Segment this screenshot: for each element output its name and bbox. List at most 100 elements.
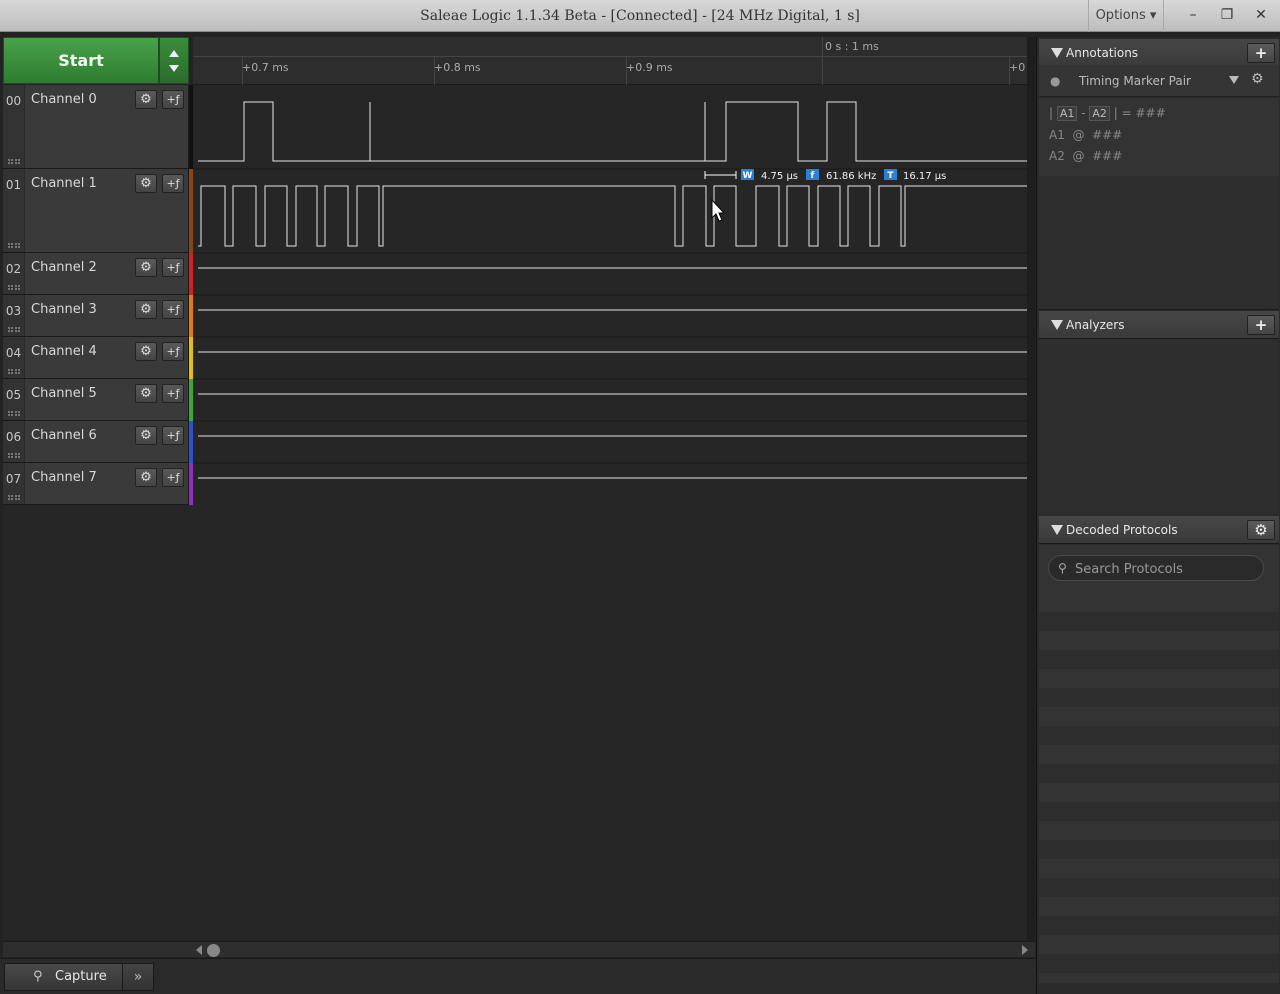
ruler-reference-bar (193, 37, 1035, 57)
waveform-view[interactable]: W 4.75 μs f 61.86 kHz T 16.17 μs (193, 85, 1027, 505)
add-analyzer-button[interactable]: + (1247, 315, 1275, 335)
ruler-reference-line (822, 37, 823, 85)
channel-name[interactable]: Channel 5 (31, 386, 97, 401)
minimize-button[interactable]: – (1176, 0, 1210, 32)
channel-settings-gear-icon[interactable]: ⚙ (135, 300, 157, 319)
options-menu[interactable]: Options ▾ (1088, 0, 1164, 32)
period-value: 16.17 μs (903, 171, 946, 182)
time-ruler[interactable]: 0 s : 1 ms +0.7 ms +0.8 ms +0.9 ms +0 (193, 37, 1035, 85)
add-annotation-button[interactable]: + (1247, 43, 1275, 63)
drag-handle-icon[interactable] (8, 411, 20, 416)
analyzers-list (1039, 339, 1279, 514)
channel-trigger-icon[interactable]: +ƒ (162, 174, 184, 193)
title-bar: Saleae Logic 1.1.34 Beta - [Connected] -… (0, 0, 1280, 32)
decoded-protocols-title: Decoded Protocols (1066, 523, 1178, 537)
channel-row-5[interactable]: 05 Channel 5 ⚙ +ƒ (3, 379, 189, 421)
channel-settings-gear-icon[interactable]: ⚙ (135, 174, 157, 193)
channel-number: 00 (3, 85, 25, 168)
a1-position: A1 @ ### (1049, 128, 1123, 142)
line-dash: - (1081, 106, 1086, 120)
decoded-protocols-header[interactable]: Decoded Protocols ⚙ (1039, 516, 1279, 544)
marker-dropdown-icon[interactable] (1229, 76, 1239, 84)
channel-settings-gear-icon[interactable]: ⚙ (135, 426, 157, 445)
scroll-thumb[interactable] (207, 944, 220, 957)
capture-tab[interactable]: ⚲ Capture (4, 963, 124, 991)
drag-handle-icon[interactable] (8, 243, 20, 248)
channel-row-3[interactable]: 03 Channel 3 ⚙ +ƒ (3, 295, 189, 337)
drag-handle-icon[interactable] (8, 327, 20, 332)
a2-chip[interactable]: A2 (1089, 106, 1110, 121)
channel-trigger-icon[interactable]: +ƒ (162, 468, 184, 487)
channel-name[interactable]: Channel 6 (31, 428, 97, 443)
arrow-down-icon (169, 65, 179, 72)
annotations-title: Annotations (1066, 46, 1139, 60)
channel-trigger-icon[interactable]: +ƒ (162, 258, 184, 277)
vertical-scrollbar[interactable] (1027, 37, 1035, 940)
channel-name[interactable]: Channel 0 (31, 92, 97, 107)
tick-label: +0.8 ms (434, 61, 481, 74)
capture-options-button[interactable] (159, 37, 189, 84)
start-button[interactable]: Start (3, 37, 159, 84)
decoded-settings-gear-icon[interactable]: ⚙ (1247, 520, 1275, 540)
annotations-empty-area (1039, 176, 1279, 310)
channel-row-1[interactable]: 01 Channel 1 ⚙ +ƒ (3, 169, 189, 253)
channel-name[interactable]: Channel 1 (31, 176, 97, 191)
channel-name[interactable]: Channel 7 (31, 470, 97, 485)
analyzers-title: Analyzers (1066, 318, 1125, 332)
marker-diff-line: | A1 - A2 | = ### (1049, 106, 1166, 121)
scroll-left-icon[interactable] (196, 945, 202, 955)
decoded-protocols-list[interactable] (1039, 593, 1279, 983)
search-input[interactable] (1075, 560, 1255, 578)
channel-settings-gear-icon[interactable]: ⚙ (135, 90, 157, 109)
app-window: Saleae Logic 1.1.34 Beta - [Connected] -… (0, 0, 1280, 994)
drag-handle-icon[interactable] (8, 285, 20, 290)
collapse-triangle-icon[interactable] (1051, 525, 1063, 535)
channel-trigger-icon[interactable]: +ƒ (162, 342, 184, 361)
waveform-empty-area (3, 505, 1035, 940)
channel-settings-gear-icon[interactable]: ⚙ (135, 384, 157, 403)
horizontal-scrollbar[interactable] (193, 941, 1035, 957)
pulse-width-value: 4.75 μs (761, 171, 798, 182)
capture-search-icon: ⚲ (33, 969, 43, 984)
tick-label: +0.9 ms (626, 61, 673, 74)
width-badge-label: W (743, 171, 753, 181)
hscroll-pad (3, 941, 193, 957)
channel-trigger-icon[interactable]: +ƒ (162, 90, 184, 109)
restore-button[interactable]: ❐ (1210, 0, 1244, 32)
collapse-triangle-icon[interactable] (1051, 48, 1063, 58)
scroll-right-icon[interactable] (1022, 945, 1028, 955)
channel-row-0[interactable]: 00 Channel 0 ⚙ +ƒ (3, 85, 189, 169)
channel-trigger-icon[interactable]: +ƒ (162, 300, 184, 319)
channel-name[interactable]: Channel 2 (31, 260, 97, 275)
channel-trigger-icon[interactable]: +ƒ (162, 384, 184, 403)
channel-name[interactable]: Channel 3 (31, 302, 97, 317)
timing-marker-pair[interactable]: ● Timing Marker Pair ⚙ (1039, 65, 1279, 97)
drag-handle-icon[interactable] (8, 369, 20, 374)
close-button[interactable]: ✕ (1244, 0, 1278, 32)
line-prefix: | (1049, 106, 1054, 120)
pulse-measurement: W 4.75 μs f 61.86 kHz T 16.17 μs (704, 169, 946, 182)
capture-tab-label: Capture (55, 969, 107, 984)
right-panel: Annotations + ● Timing Marker Pair ⚙ | A… (1036, 37, 1280, 994)
channel-settings-gear-icon[interactable]: ⚙ (135, 468, 157, 487)
annotations-header[interactable]: Annotations + (1039, 39, 1279, 67)
channel-row-6[interactable]: 06 Channel 6 ⚙ +ƒ (3, 421, 189, 463)
channel-row-4[interactable]: 04 Channel 4 ⚙ +ƒ (3, 337, 189, 379)
tick-label: +0.7 ms (242, 61, 289, 74)
channel-settings-gear-icon[interactable]: ⚙ (135, 258, 157, 277)
marker-pin-icon[interactable]: ● (1050, 74, 1060, 88)
drag-handle-icon[interactable] (8, 495, 20, 500)
drag-handle-icon[interactable] (8, 453, 20, 458)
channel-name[interactable]: Channel 4 (31, 344, 97, 359)
protocol-search-box[interactable]: ⚲ (1048, 555, 1264, 581)
channel-trigger-icon[interactable]: +ƒ (162, 426, 184, 445)
expand-tabs-button[interactable]: » (122, 963, 154, 991)
collapse-triangle-icon[interactable] (1051, 320, 1063, 330)
channel-row-2[interactable]: 02 Channel 2 ⚙ +ƒ (3, 253, 189, 295)
channel-row-7[interactable]: 07 Channel 7 ⚙ +ƒ (3, 463, 189, 505)
marker-gear-icon[interactable]: ⚙ (1251, 71, 1264, 87)
channel-settings-gear-icon[interactable]: ⚙ (135, 342, 157, 361)
analyzers-header[interactable]: Analyzers + (1039, 311, 1279, 339)
drag-handle-icon[interactable] (8, 159, 20, 164)
a1-chip[interactable]: A1 (1056, 106, 1078, 121)
